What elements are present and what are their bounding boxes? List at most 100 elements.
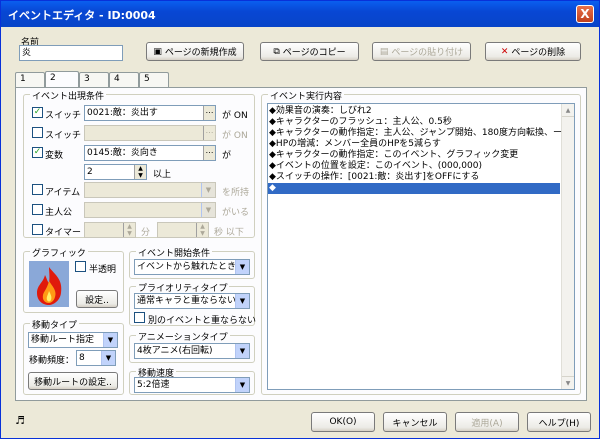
close-button[interactable]: X [576, 5, 594, 23]
command-line[interactable]: ◆キャラクターのフラッシュ：主人公、0.5秒 [268, 117, 560, 128]
tab-page-4[interactable]: 4 [109, 72, 139, 87]
timer-label: タイマー [45, 228, 82, 238]
move-frequency-select[interactable]: 8 ▼ [76, 350, 116, 366]
command-line[interactable]: ◆キャラクターの動作指定：このイベント、グラフィック変更 [268, 150, 560, 161]
switch2-field[interactable]: … [84, 125, 216, 141]
item-checkbox[interactable] [32, 184, 43, 195]
variable-browse-button[interactable]: … [203, 146, 215, 160]
copy-page-button[interactable]: ⧉ ページのコピー [260, 42, 359, 61]
apply-button[interactable]: 適用(A) [455, 412, 519, 432]
move-speed-select[interactable]: 5:2倍速 ▼ [134, 377, 250, 393]
actor-suffix: がいる [222, 208, 250, 218]
variable-number-spinner[interactable]: ▲ ▼ [134, 165, 146, 179]
command-line[interactable]: ◆ [268, 183, 560, 194]
move-frequency-value: 8 [79, 353, 85, 363]
movement-type-value: 移動ルート指定 [31, 335, 95, 345]
scroll-up-icon[interactable]: ▲ [562, 104, 574, 117]
trigger-legend: イベント開始条件 [136, 246, 213, 259]
name-group: 名前 炎 [17, 38, 129, 63]
switch2-checkbox[interactable] [32, 127, 43, 138]
graphic-legend: グラフィック [30, 246, 88, 259]
switch1-browse-button[interactable]: … [203, 106, 215, 120]
variable-compare-label: 以上 [153, 170, 172, 180]
timer-seconds-spinner[interactable]: ▲ ▼ [196, 223, 208, 237]
variable-field[interactable]: 0145:敵：炎向き … [84, 145, 216, 161]
conditions-legend: イベント出現条件 [30, 89, 107, 102]
item-label: アイテム [45, 188, 81, 198]
scroll-down-icon[interactable]: ▼ [562, 376, 574, 389]
tab-page-5[interactable]: 5 [139, 72, 169, 87]
priority-value: 通常キャラと重ならない [137, 296, 237, 306]
switch2-label: スイッチ [45, 131, 82, 141]
tab-page-3[interactable]: 3 [79, 72, 109, 87]
title-bar[interactable]: イベントエディタ - ID:0004 X [1, 1, 599, 27]
command-line[interactable]: ◆キャラクターの動作指定：主人公、ジャンプ開始、180度方向転換、ー [268, 128, 562, 139]
graphic-preview[interactable] [29, 261, 69, 307]
variable-checkbox[interactable]: ✓ [32, 147, 43, 158]
name-input[interactable]: 炎 [19, 45, 123, 61]
item-suffix: を所持 [222, 188, 250, 198]
graphic-settings-button[interactable]: 設定.. [76, 290, 118, 308]
new-page-label: ページの新規作成 [164, 48, 237, 58]
paste-page-label: ページの貼り付け [391, 48, 464, 58]
item-select[interactable]: ▼ [84, 182, 216, 198]
chevron-down-icon: ▼ [201, 203, 215, 217]
actor-select[interactable]: ▼ [84, 202, 216, 218]
commands-legend: イベント実行内容 [268, 89, 345, 102]
command-line[interactable]: ◆スイッチの操作：[0021:敵：炎出す]をOFFにする [268, 172, 560, 183]
timer-minutes-spinner[interactable]: ▲ ▼ [123, 223, 135, 237]
switch2-browse-button[interactable]: … [203, 126, 215, 140]
timer-checkbox[interactable] [32, 224, 43, 235]
event-editor-window: イベントエディタ - ID:0004 X 名前 炎 ▣ ページの新規作成 ⧉ ペ… [0, 0, 600, 439]
semi-transparent-checkbox[interactable] [75, 261, 86, 272]
tab-page-1[interactable]: 1 [15, 72, 45, 87]
ok-button[interactable]: OK(O) [311, 412, 375, 432]
switch1-label: スイッチ [45, 111, 82, 121]
copy-page-icon: ⧉ [273, 46, 280, 57]
chevron-down-icon: ▼ [235, 344, 249, 358]
switch2-suffix: が ON [222, 131, 248, 141]
command-line[interactable]: ◆効果音の演奏：しびれ2 [268, 106, 560, 117]
switch1-suffix: が ON [222, 111, 248, 121]
commands-list[interactable]: ▲ ▼ ◆効果音の演奏：しびれ2 ◆キャラクターのフラッシュ：主人公、0.5秒 ◆キ… [267, 103, 575, 390]
chevron-down-icon: ▼ [235, 378, 249, 392]
new-page-button[interactable]: ▣ ページの新規作成 [146, 42, 244, 61]
commands-lines: ◆効果音の演奏：しびれ2 ◆キャラクターのフラッシュ：主人公、0.5秒 ◆キャラクタ… [268, 106, 562, 194]
chevron-down-icon: ▼ [201, 183, 215, 197]
move-speed-value: 5:2倍速 [137, 380, 170, 390]
help-button[interactable]: ヘルプ(H) [527, 412, 591, 432]
copy-page-label: ページのコピー [282, 48, 346, 58]
no-overlap-checkbox[interactable] [134, 312, 145, 323]
cancel-button[interactable]: キャンセル [383, 412, 447, 432]
switch1-value: 0021:敵：炎出す [87, 108, 158, 118]
priority-select[interactable]: 通常キャラと重ならない ▼ [134, 293, 250, 309]
movement-legend: 移動タイプ [30, 318, 80, 331]
variable-number-input[interactable]: 2 ▲ ▼ [84, 164, 147, 180]
timer-minutes-input[interactable]: ▲ ▼ [84, 222, 136, 238]
trigger-select[interactable]: イベントから触れたとき ▼ [134, 259, 250, 275]
command-line[interactable]: ◆イベントの位置を設定：このイベント、(000,000) [268, 161, 560, 172]
switch1-checkbox[interactable]: ✓ [32, 107, 43, 118]
timer-seconds-input[interactable]: ▲ ▼ [157, 222, 209, 238]
delete-page-icon: ✕ [500, 46, 509, 57]
timer-seconds-unit: 秒 以下 [214, 228, 244, 238]
fire-icon [37, 267, 62, 305]
chevron-down-icon: ▼ [235, 260, 249, 274]
move-route-button[interactable]: 移動ルートの設定.. [28, 372, 118, 390]
command-line[interactable]: ◆HPの増減：メンバー全員のHPを5減らす [268, 139, 560, 150]
music-note-icon[interactable]: ♬ [15, 414, 25, 427]
switch1-field[interactable]: 0021:敵：炎出す … [84, 105, 216, 121]
animation-select[interactable]: 4枚アニメ(右回転) ▼ [134, 343, 250, 359]
delete-page-label: ページの削除 [511, 48, 566, 58]
commands-scrollbar[interactable]: ▲ ▼ [561, 104, 574, 389]
variable-value: 0145:敵：炎向き [87, 148, 158, 158]
actor-checkbox[interactable] [32, 204, 43, 215]
movement-type-select[interactable]: 移動ルート指定 ▼ [28, 332, 118, 348]
delete-page-button[interactable]: ✕ ページの削除 [485, 42, 581, 61]
variable-label: 変数 [45, 151, 64, 161]
tab-page-2[interactable]: 2 [45, 71, 79, 88]
chevron-down-icon: ▼ [103, 333, 117, 347]
new-page-icon: ▣ [153, 46, 162, 57]
paste-page-button[interactable]: ▤ ページの貼り付け [372, 42, 471, 61]
variable-number-value: 2 [87, 167, 93, 177]
